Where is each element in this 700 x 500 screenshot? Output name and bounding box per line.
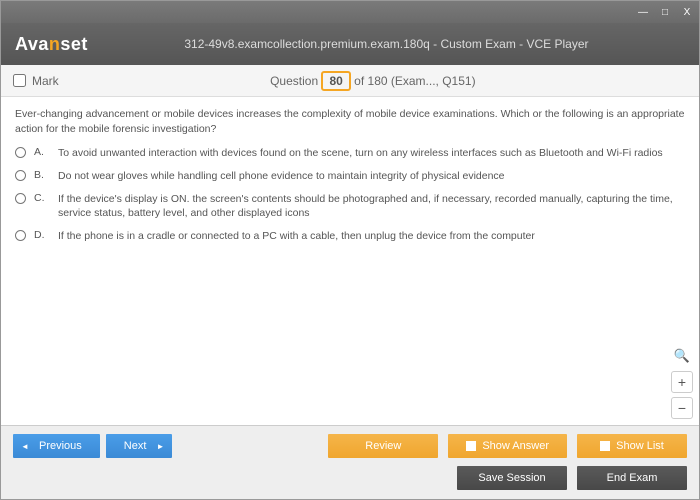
show-answer-button[interactable]: Show Answer <box>448 434 567 458</box>
footer-bar: Previous Next Review Show Answer Show Li… <box>1 425 699 499</box>
search-icon[interactable]: 🔍 <box>674 348 690 364</box>
next-button[interactable]: Next <box>106 434 173 458</box>
show-list-button[interactable]: Show List <box>577 434 687 458</box>
option-letter: C. <box>34 192 50 221</box>
question-text: Ever-changing advancement or mobile devi… <box>15 107 685 136</box>
option-letter: A. <box>34 146 50 161</box>
zoom-controls: 🔍 + − <box>671 348 693 419</box>
show-list-label: Show List <box>616 440 664 452</box>
question-content: Ever-changing advancement or mobile devi… <box>1 97 699 425</box>
review-button[interactable]: Review <box>328 434 438 458</box>
logo-text-post: set <box>60 34 88 54</box>
mark-control[interactable]: Mark <box>13 74 59 88</box>
save-session-button[interactable]: Save Session <box>457 466 567 490</box>
zoom-out-button[interactable]: − <box>671 397 693 419</box>
logo-text-mid: n <box>49 34 61 54</box>
question-total: of 180 (Exam..., Q151) <box>354 74 475 88</box>
options-list: A. To avoid unwanted interaction with de… <box>15 146 685 243</box>
window-titlebar: — □ X <box>1 1 699 23</box>
option-a[interactable]: A. To avoid unwanted interaction with de… <box>15 146 685 161</box>
option-c[interactable]: C. If the device's display is ON. the sc… <box>15 192 685 221</box>
option-text: If the device's display is ON. the scree… <box>58 192 685 221</box>
zoom-in-button[interactable]: + <box>671 371 693 393</box>
question-bar: Mark Question 80 of 180 (Exam..., Q151) <box>1 65 699 97</box>
question-label: Question <box>270 74 318 88</box>
option-a-radio[interactable] <box>15 147 26 158</box>
option-d[interactable]: D. If the phone is in a cradle or connec… <box>15 229 685 244</box>
option-letter: B. <box>34 169 50 184</box>
mark-label: Mark <box>32 74 59 88</box>
option-text: If the phone is in a cradle or connected… <box>58 229 685 244</box>
question-counter: Question 80 of 180 (Exam..., Q151) <box>59 71 687 91</box>
question-number-box: 80 <box>321 71 350 91</box>
minimize-button[interactable]: — <box>635 5 651 19</box>
mark-checkbox[interactable] <box>13 74 26 87</box>
end-exam-button[interactable]: End Exam <box>577 466 687 490</box>
app-logo: Avanset <box>15 34 88 55</box>
logo-text-pre: Ava <box>15 34 49 54</box>
option-text: Do not wear gloves while handling cell p… <box>58 169 685 184</box>
option-d-radio[interactable] <box>15 230 26 241</box>
maximize-button[interactable]: □ <box>657 5 673 19</box>
checkbox-icon <box>600 441 610 451</box>
show-answer-label: Show Answer <box>482 440 549 452</box>
app-header: Avanset 312-49v8.examcollection.premium.… <box>1 23 699 65</box>
option-text: To avoid unwanted interaction with devic… <box>58 146 685 161</box>
close-button[interactable]: X <box>679 5 695 19</box>
option-c-radio[interactable] <box>15 193 26 204</box>
checkbox-icon <box>466 441 476 451</box>
previous-button[interactable]: Previous <box>13 434 100 458</box>
option-letter: D. <box>34 229 50 244</box>
exam-title: 312-49v8.examcollection.premium.exam.180… <box>88 37 685 51</box>
option-b[interactable]: B. Do not wear gloves while handling cel… <box>15 169 685 184</box>
option-b-radio[interactable] <box>15 170 26 181</box>
